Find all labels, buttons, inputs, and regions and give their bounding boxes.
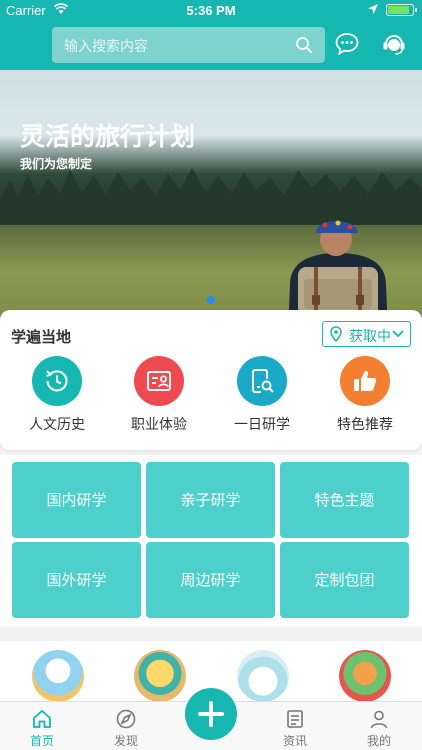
promo-banner[interactable]: 灵活的旅行计划 我们为您制定 — [0, 70, 422, 330]
category-icon-bg — [340, 356, 390, 406]
tab-home[interactable]: 首页 — [12, 708, 72, 749]
discover-icon — [116, 709, 136, 729]
customer-service-icon[interactable] — [381, 31, 407, 57]
message-icon[interactable] — [334, 31, 360, 57]
grid-button-custom[interactable]: 定制包团 — [280, 542, 409, 618]
island-thumbnail[interactable] — [134, 650, 186, 702]
chevron-down-icon — [392, 330, 404, 338]
tab-label: 发现 — [113, 734, 138, 748]
status-bar: Carrier 5:36 PM — [0, 0, 422, 22]
publish-button[interactable] — [185, 688, 237, 740]
tab-label: 我的 — [366, 734, 391, 748]
location-status: 获取中 — [349, 329, 391, 345]
location-button[interactable]: 获取中 — [322, 321, 411, 347]
category-label: 人文历史 — [29, 417, 85, 433]
tab-label: 首页 — [29, 734, 54, 748]
snow-thumbnail[interactable] — [237, 650, 289, 702]
status-time: 5:36 PM — [186, 3, 236, 18]
category-featured[interactable]: 特色推荐 — [320, 356, 410, 434]
carousel-indicator[interactable] — [207, 296, 215, 304]
category-icon-bg — [134, 356, 184, 406]
location-pin-icon — [330, 326, 342, 342]
banner-subtitle: 我们为您制定 — [20, 157, 93, 171]
grid-button-overseas[interactable]: 国外研学 — [12, 542, 141, 618]
search-placeholder: 输入搜索内容 — [64, 39, 148, 55]
category-icon-bg — [32, 356, 82, 406]
location-arrow-icon — [368, 4, 378, 14]
tab-profile[interactable]: 我的 — [349, 708, 409, 749]
category-icon-bg — [237, 356, 287, 406]
category-label: 特色推荐 — [337, 417, 393, 433]
tab-discover[interactable]: 发现 — [96, 708, 156, 749]
banner-title: 灵活的旅行计划 — [20, 122, 196, 151]
hiker-photo — [288, 220, 388, 330]
grid-button-theme[interactable]: 特色主题 — [280, 462, 409, 538]
festival-thumbnail[interactable] — [339, 650, 391, 702]
news-icon — [287, 710, 303, 728]
plus-icon — [198, 701, 224, 727]
beach-thumbnail[interactable] — [32, 650, 84, 702]
category-label: 职业体验 — [131, 417, 187, 433]
profile-icon — [370, 710, 388, 729]
grid-button-domestic[interactable]: 国内研学 — [12, 462, 141, 538]
category-history[interactable]: 人文历史 — [12, 356, 102, 434]
section-title: 学遍当地 — [11, 328, 72, 346]
thumbs-up-icon — [354, 370, 377, 391]
category-label: 一日研学 — [234, 417, 290, 433]
app-header: Carrier 5:36 PM 输入搜索内容 — [0, 0, 422, 70]
grid-button-nearby[interactable]: 周边研学 — [146, 542, 275, 618]
home-icon — [33, 709, 51, 728]
id-card-icon — [147, 371, 171, 391]
search-icon[interactable] — [295, 36, 313, 54]
category-day-trip[interactable]: 一日研学 — [217, 356, 307, 434]
grid-button-family[interactable]: 亲子研学 — [146, 462, 275, 538]
tab-news[interactable]: 资讯 — [265, 708, 325, 749]
document-search-icon — [252, 369, 274, 393]
search-input[interactable]: 输入搜索内容 — [52, 27, 325, 63]
history-clock-icon — [46, 370, 68, 392]
category-career[interactable]: 职业体验 — [114, 356, 204, 434]
battery-icon — [386, 4, 417, 16]
study-type-grid: 国内研学 亲子研学 特色主题 国外研学 周边研学 定制包团 — [0, 455, 422, 627]
tab-label: 资讯 — [282, 734, 307, 748]
local-study-card: 学遍当地 获取中 人文历史 职业体验 一日研学 特色推荐 — [0, 310, 422, 450]
